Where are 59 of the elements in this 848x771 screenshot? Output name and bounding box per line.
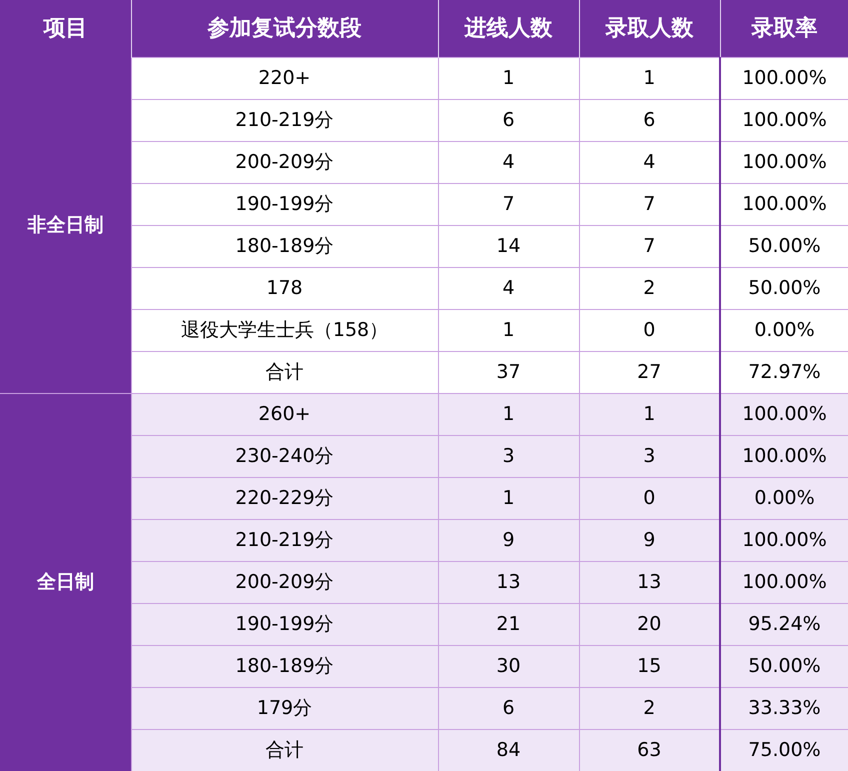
- group-label-cell: 全日制: [0, 393, 131, 771]
- table-cell: 9: [579, 519, 720, 561]
- table-cell: 6: [438, 99, 579, 141]
- table-cell: 21: [438, 603, 579, 645]
- table-cell: 30: [438, 645, 579, 687]
- table-cell: 37: [438, 351, 579, 393]
- table-cell: 4: [438, 141, 579, 183]
- table-cell: 13: [579, 561, 720, 603]
- table-cell: 210-219分: [131, 99, 438, 141]
- table-cell: 230-240分: [131, 435, 438, 477]
- column-header: 录取人数: [579, 0, 720, 57]
- table-cell: 178: [131, 267, 438, 309]
- table-cell: 3: [438, 435, 579, 477]
- table-cell: 210-219分: [131, 519, 438, 561]
- table-cell: 7: [579, 183, 720, 225]
- table-cell: 0: [579, 309, 720, 351]
- table-cell: 190-199分: [131, 603, 438, 645]
- table-cell: 13: [438, 561, 579, 603]
- table-cell: 1: [438, 477, 579, 519]
- table-cell: 7: [579, 225, 720, 267]
- column-header: 参加复试分数段: [131, 0, 438, 57]
- table-cell: 179分: [131, 687, 438, 729]
- table-cell: 合计: [131, 729, 438, 771]
- table-cell: 200-209分: [131, 141, 438, 183]
- table-cell: 180-189分: [131, 645, 438, 687]
- table-cell: 0: [579, 477, 720, 519]
- table-cell: 2: [579, 267, 720, 309]
- table-cell: 6: [438, 687, 579, 729]
- column-header: 录取率: [720, 0, 848, 57]
- table-cell: 14: [438, 225, 579, 267]
- table-cell: 84: [438, 729, 579, 771]
- table-cell: 9: [438, 519, 579, 561]
- table-cell: 220-229分: [131, 477, 438, 519]
- table-cell: 1: [438, 57, 579, 99]
- table-cell: 260+: [131, 393, 438, 435]
- table-cell: 20: [579, 603, 720, 645]
- table-cell: 4: [438, 267, 579, 309]
- table-cell: 2: [579, 687, 720, 729]
- table-cell: 27: [579, 351, 720, 393]
- table-cell: 7: [438, 183, 579, 225]
- table-cell: 1: [438, 393, 579, 435]
- table-cell: 4: [579, 141, 720, 183]
- table-cell: 75.00%: [720, 729, 848, 771]
- column-header: 进线人数: [438, 0, 579, 57]
- table-cell: 200-209分: [131, 561, 438, 603]
- table-cell: 1: [579, 393, 720, 435]
- table-cell: 190-199分: [131, 183, 438, 225]
- table-cell: 15: [579, 645, 720, 687]
- column-header: 项目: [0, 0, 131, 57]
- table-cell: 6: [579, 99, 720, 141]
- table-cell: 180-189分: [131, 225, 438, 267]
- table-cell: 1: [579, 57, 720, 99]
- table-cell: 1: [438, 309, 579, 351]
- table-cell: 合计: [131, 351, 438, 393]
- table-cell: 退役大学生士兵（158）: [131, 309, 438, 351]
- table-cell: 220+: [131, 57, 438, 99]
- group-label-cell: 非全日制: [0, 57, 131, 393]
- table-cell: 3: [579, 435, 720, 477]
- table-cell: 63: [579, 729, 720, 771]
